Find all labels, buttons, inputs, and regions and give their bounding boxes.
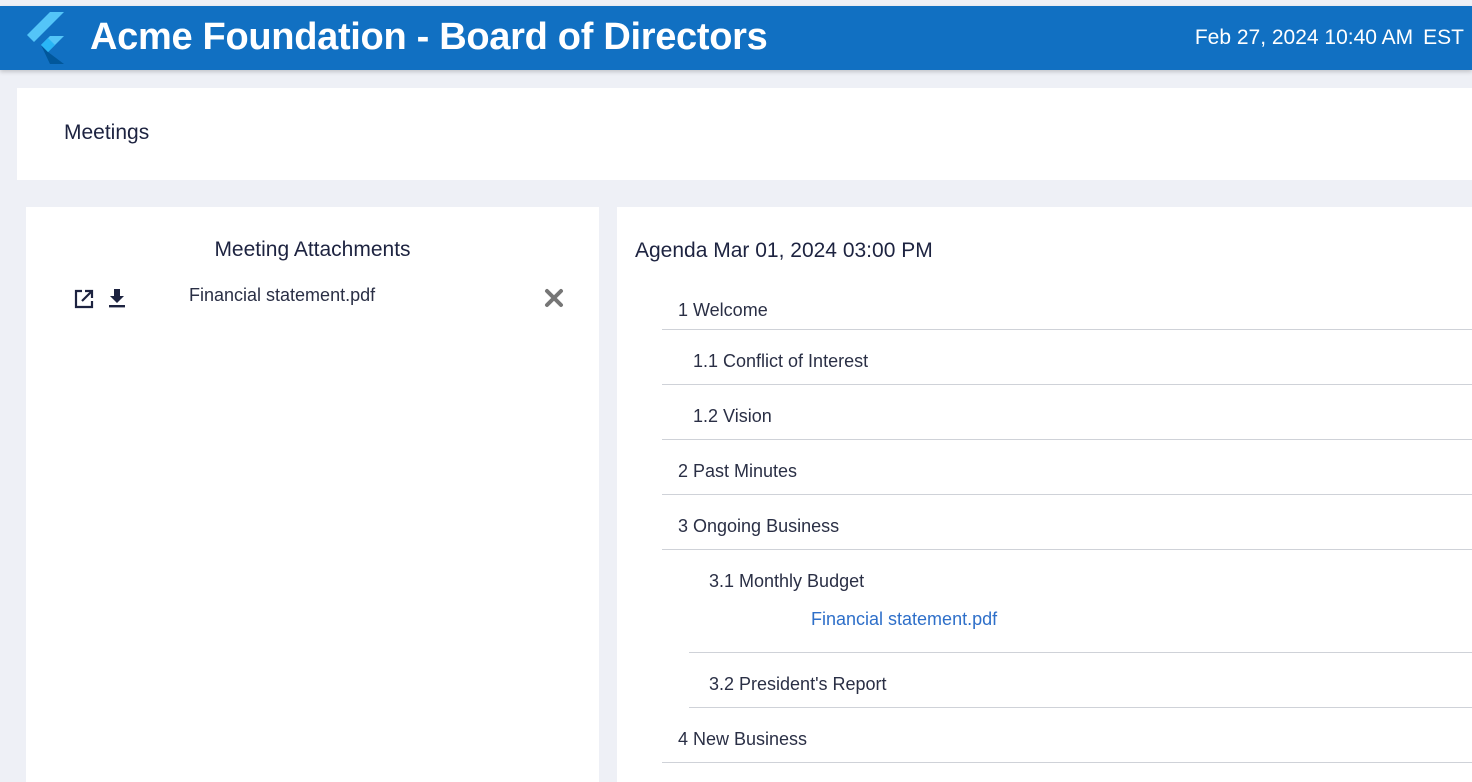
open-external-icon[interactable]: [73, 288, 95, 310]
current-date-time: Feb 27, 2024 10:40 AM: [1194, 26, 1414, 49]
flutter-logo-icon: [27, 12, 64, 64]
agenda-item-label: 4 New Business: [678, 729, 808, 749]
agenda-item-label: 2 Past Minutes: [678, 461, 798, 481]
agenda-item[interactable]: 1.2 Vision: [662, 385, 1472, 440]
agenda-item[interactable]: 2 Past Minutes: [662, 440, 1472, 495]
app-title: Acme Foundation - Board of Directors: [90, 16, 768, 58]
timezone-label: EST: [1423, 26, 1464, 49]
page-title: Meetings: [64, 121, 150, 144]
agenda-item-label: 1.1 Conflict of Interest: [693, 351, 869, 371]
remove-icon[interactable]: [544, 288, 564, 308]
agenda-item[interactable]: 1.1 Conflict of Interest: [662, 330, 1472, 385]
meeting-attachments-panel: Meeting Attachments Financial statement.…: [26, 207, 599, 782]
download-icon[interactable]: [107, 288, 127, 308]
agenda-panel: Agenda Mar 01, 2024 03:00 PM 1 Welcome 1…: [617, 207, 1472, 782]
agenda-title: Agenda Mar 01, 2024 03:00 PM: [635, 239, 933, 262]
page-header-card: Meetings: [17, 88, 1472, 180]
agenda-item[interactable]: 3.2 President's Report: [689, 653, 1472, 708]
agenda-item[interactable]: 3 Ongoing Business: [662, 495, 1472, 550]
attachments-title: Meeting Attachments: [214, 238, 411, 261]
current-datetime: Feb 27, 2024 10:40 AM EST: [1195, 26, 1464, 50]
agenda-item-label: 3 Ongoing Business: [678, 516, 840, 536]
attachment-row: Financial statement.pdf: [26, 283, 599, 317]
agenda-item[interactable]: 4 New Business: [662, 708, 1472, 763]
agenda-item[interactable]: 3.1 Monthly Budget Financial statement.p…: [689, 550, 1472, 653]
attachment-name: Financial statement.pdf: [189, 285, 376, 305]
agenda-item[interactable]: 1 Welcome: [662, 287, 1472, 330]
agenda-attachment-link[interactable]: Financial statement.pdf: [811, 609, 997, 630]
app-bar: Acme Foundation - Board of Directors Feb…: [0, 6, 1472, 70]
agenda-item-label: 3.2 President's Report: [709, 674, 887, 694]
agenda-item-label: 1 Welcome: [678, 300, 768, 320]
agenda-item-label: 3.1 Monthly Budget: [709, 571, 865, 591]
agenda-item-label: 1.2 Vision: [693, 406, 772, 426]
